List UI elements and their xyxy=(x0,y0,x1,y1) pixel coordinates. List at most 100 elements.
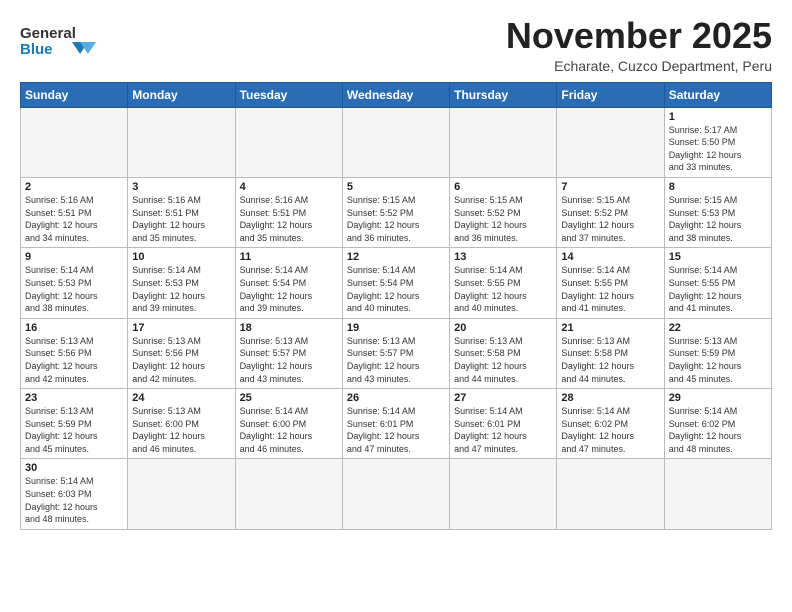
calendar-cell: 12Sunrise: 5:14 AM Sunset: 5:54 PM Dayli… xyxy=(342,248,449,318)
calendar-cell: 28Sunrise: 5:14 AM Sunset: 6:02 PM Dayli… xyxy=(557,389,664,459)
calendar-cell xyxy=(235,107,342,177)
day-number: 27 xyxy=(454,392,552,404)
svg-text:General: General xyxy=(20,25,76,42)
day-info: Sunrise: 5:13 AM Sunset: 5:56 PM Dayligh… xyxy=(25,335,123,385)
calendar-cell xyxy=(235,459,342,529)
day-number: 25 xyxy=(240,392,338,404)
calendar-cell: 7Sunrise: 5:15 AM Sunset: 5:52 PM Daylig… xyxy=(557,177,664,247)
weekday-header-tuesday: Tuesday xyxy=(235,82,342,107)
day-info: Sunrise: 5:13 AM Sunset: 6:00 PM Dayligh… xyxy=(132,405,230,455)
calendar-cell: 18Sunrise: 5:13 AM Sunset: 5:57 PM Dayli… xyxy=(235,318,342,388)
calendar-cell: 21Sunrise: 5:13 AM Sunset: 5:58 PM Dayli… xyxy=(557,318,664,388)
calendar-cell: 30Sunrise: 5:14 AM Sunset: 6:03 PM Dayli… xyxy=(21,459,128,529)
calendar-cell: 11Sunrise: 5:14 AM Sunset: 5:54 PM Dayli… xyxy=(235,248,342,318)
day-number: 9 xyxy=(25,251,123,263)
day-info: Sunrise: 5:16 AM Sunset: 5:51 PM Dayligh… xyxy=(240,194,338,244)
day-number: 4 xyxy=(240,181,338,193)
calendar-cell: 16Sunrise: 5:13 AM Sunset: 5:56 PM Dayli… xyxy=(21,318,128,388)
day-number: 29 xyxy=(669,392,767,404)
calendar-cell xyxy=(450,459,557,529)
day-info: Sunrise: 5:17 AM Sunset: 5:50 PM Dayligh… xyxy=(669,124,767,174)
calendar-cell: 8Sunrise: 5:15 AM Sunset: 5:53 PM Daylig… xyxy=(664,177,771,247)
logo: General Blue xyxy=(20,20,110,64)
calendar-cell: 23Sunrise: 5:13 AM Sunset: 5:59 PM Dayli… xyxy=(21,389,128,459)
day-number: 24 xyxy=(132,392,230,404)
day-number: 23 xyxy=(25,392,123,404)
subtitle: Echarate, Cuzco Department, Peru xyxy=(506,58,772,74)
header: General Blue November 2025 Echarate, Cuz… xyxy=(20,16,772,74)
day-info: Sunrise: 5:15 AM Sunset: 5:52 PM Dayligh… xyxy=(454,194,552,244)
day-number: 12 xyxy=(347,251,445,263)
calendar-cell xyxy=(128,459,235,529)
calendar-cell: 29Sunrise: 5:14 AM Sunset: 6:02 PM Dayli… xyxy=(664,389,771,459)
calendar-cell: 5Sunrise: 5:15 AM Sunset: 5:52 PM Daylig… xyxy=(342,177,449,247)
day-info: Sunrise: 5:15 AM Sunset: 5:53 PM Dayligh… xyxy=(669,194,767,244)
calendar-cell: 14Sunrise: 5:14 AM Sunset: 5:55 PM Dayli… xyxy=(557,248,664,318)
day-number: 21 xyxy=(561,322,659,334)
day-info: Sunrise: 5:13 AM Sunset: 5:57 PM Dayligh… xyxy=(240,335,338,385)
calendar-cell: 20Sunrise: 5:13 AM Sunset: 5:58 PM Dayli… xyxy=(450,318,557,388)
calendar-cell: 3Sunrise: 5:16 AM Sunset: 5:51 PM Daylig… xyxy=(128,177,235,247)
day-info: Sunrise: 5:14 AM Sunset: 6:02 PM Dayligh… xyxy=(561,405,659,455)
calendar-cell: 2Sunrise: 5:16 AM Sunset: 5:51 PM Daylig… xyxy=(21,177,128,247)
day-info: Sunrise: 5:14 AM Sunset: 5:55 PM Dayligh… xyxy=(669,264,767,314)
calendar-cell xyxy=(664,459,771,529)
calendar-cell: 6Sunrise: 5:15 AM Sunset: 5:52 PM Daylig… xyxy=(450,177,557,247)
weekday-header-saturday: Saturday xyxy=(664,82,771,107)
day-info: Sunrise: 5:15 AM Sunset: 5:52 PM Dayligh… xyxy=(561,194,659,244)
day-info: Sunrise: 5:14 AM Sunset: 6:03 PM Dayligh… xyxy=(25,475,123,525)
day-info: Sunrise: 5:16 AM Sunset: 5:51 PM Dayligh… xyxy=(132,194,230,244)
day-number: 19 xyxy=(347,322,445,334)
day-number: 1 xyxy=(669,111,767,123)
calendar-week-6: 30Sunrise: 5:14 AM Sunset: 6:03 PM Dayli… xyxy=(21,459,772,529)
day-info: Sunrise: 5:13 AM Sunset: 5:59 PM Dayligh… xyxy=(669,335,767,385)
calendar-cell xyxy=(450,107,557,177)
weekday-header-monday: Monday xyxy=(128,82,235,107)
day-info: Sunrise: 5:14 AM Sunset: 5:54 PM Dayligh… xyxy=(347,264,445,314)
day-number: 20 xyxy=(454,322,552,334)
calendar-week-1: 1Sunrise: 5:17 AM Sunset: 5:50 PM Daylig… xyxy=(21,107,772,177)
calendar-cell: 13Sunrise: 5:14 AM Sunset: 5:55 PM Dayli… xyxy=(450,248,557,318)
calendar-cell xyxy=(557,107,664,177)
calendar-cell: 9Sunrise: 5:14 AM Sunset: 5:53 PM Daylig… xyxy=(21,248,128,318)
logo-svg: General Blue xyxy=(20,20,110,64)
day-info: Sunrise: 5:14 AM Sunset: 5:54 PM Dayligh… xyxy=(240,264,338,314)
calendar-cell: 4Sunrise: 5:16 AM Sunset: 5:51 PM Daylig… xyxy=(235,177,342,247)
calendar-cell: 19Sunrise: 5:13 AM Sunset: 5:57 PM Dayli… xyxy=(342,318,449,388)
weekday-header-row: SundayMondayTuesdayWednesdayThursdayFrid… xyxy=(21,82,772,107)
day-info: Sunrise: 5:15 AM Sunset: 5:52 PM Dayligh… xyxy=(347,194,445,244)
day-number: 8 xyxy=(669,181,767,193)
calendar-cell: 15Sunrise: 5:14 AM Sunset: 5:55 PM Dayli… xyxy=(664,248,771,318)
day-number: 13 xyxy=(454,251,552,263)
day-number: 7 xyxy=(561,181,659,193)
calendar-cell: 25Sunrise: 5:14 AM Sunset: 6:00 PM Dayli… xyxy=(235,389,342,459)
calendar-table: SundayMondayTuesdayWednesdayThursdayFrid… xyxy=(20,82,772,530)
day-info: Sunrise: 5:14 AM Sunset: 6:00 PM Dayligh… xyxy=(240,405,338,455)
day-info: Sunrise: 5:14 AM Sunset: 5:53 PM Dayligh… xyxy=(25,264,123,314)
day-number: 26 xyxy=(347,392,445,404)
weekday-header-sunday: Sunday xyxy=(21,82,128,107)
day-number: 5 xyxy=(347,181,445,193)
calendar-cell xyxy=(557,459,664,529)
day-number: 3 xyxy=(132,181,230,193)
calendar-week-3: 9Sunrise: 5:14 AM Sunset: 5:53 PM Daylig… xyxy=(21,248,772,318)
day-number: 14 xyxy=(561,251,659,263)
day-info: Sunrise: 5:14 AM Sunset: 6:01 PM Dayligh… xyxy=(347,405,445,455)
day-info: Sunrise: 5:14 AM Sunset: 5:55 PM Dayligh… xyxy=(561,264,659,314)
calendar-cell: 22Sunrise: 5:13 AM Sunset: 5:59 PM Dayli… xyxy=(664,318,771,388)
day-number: 16 xyxy=(25,322,123,334)
day-info: Sunrise: 5:16 AM Sunset: 5:51 PM Dayligh… xyxy=(25,194,123,244)
day-number: 22 xyxy=(669,322,767,334)
calendar-cell xyxy=(128,107,235,177)
calendar-cell: 24Sunrise: 5:13 AM Sunset: 6:00 PM Dayli… xyxy=(128,389,235,459)
calendar-cell: 1Sunrise: 5:17 AM Sunset: 5:50 PM Daylig… xyxy=(664,107,771,177)
day-info: Sunrise: 5:14 AM Sunset: 6:01 PM Dayligh… xyxy=(454,405,552,455)
calendar-cell: 27Sunrise: 5:14 AM Sunset: 6:01 PM Dayli… xyxy=(450,389,557,459)
day-info: Sunrise: 5:14 AM Sunset: 6:02 PM Dayligh… xyxy=(669,405,767,455)
day-number: 18 xyxy=(240,322,338,334)
day-number: 30 xyxy=(25,462,123,474)
day-number: 2 xyxy=(25,181,123,193)
day-info: Sunrise: 5:14 AM Sunset: 5:53 PM Dayligh… xyxy=(132,264,230,314)
calendar-cell: 10Sunrise: 5:14 AM Sunset: 5:53 PM Dayli… xyxy=(128,248,235,318)
day-number: 17 xyxy=(132,322,230,334)
